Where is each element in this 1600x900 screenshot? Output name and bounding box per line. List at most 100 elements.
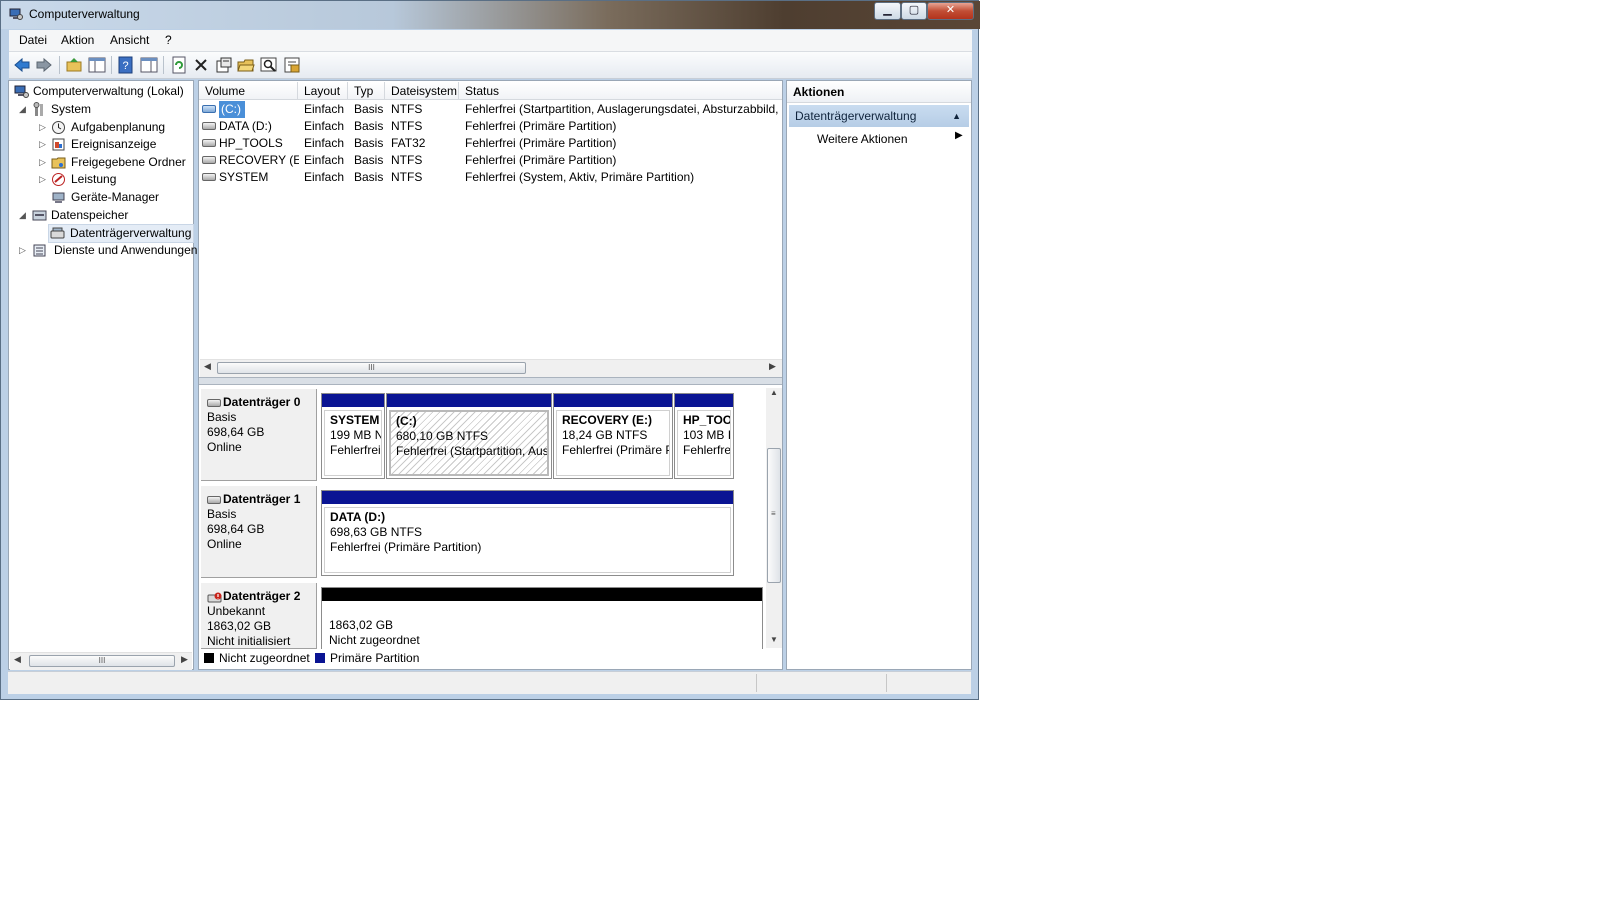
- back-arrow-icon[interactable]: [13, 56, 31, 74]
- volume-list-horizontal-scrollbar[interactable]: ◀ III ▶: [200, 359, 782, 377]
- partition-status: Fehlerfrei (Primäre Partition): [330, 540, 482, 554]
- show-hide-tree-icon[interactable]: [88, 56, 106, 74]
- disk-state: Online: [207, 537, 242, 551]
- actions-group-datentraegerverwaltung[interactable]: Datenträgerverwaltung ▲: [789, 105, 969, 127]
- collapse-up-icon[interactable]: ▲: [952, 105, 961, 127]
- column-typ[interactable]: Typ: [348, 82, 385, 100]
- partition-size: 103 MB I: [683, 428, 731, 442]
- scroll-right-icon[interactable]: ▶: [181, 654, 188, 665]
- partition-system[interactable]: SYSTEM 199 MB N Fehlerfrei: [321, 393, 385, 479]
- expanded-arrow-icon[interactable]: ◢: [19, 207, 27, 224]
- disk-type: Basis: [207, 410, 237, 424]
- scroll-left-icon[interactable]: ◀: [14, 654, 21, 665]
- toolbar-separator: [59, 56, 60, 74]
- scroll-thumb[interactable]: III: [29, 655, 175, 667]
- system-tools-icon: [33, 102, 43, 116]
- properties-icon[interactable]: [215, 56, 233, 74]
- partition-bar: [554, 394, 672, 407]
- partition-label: (C:): [396, 414, 417, 428]
- forward-arrow-icon[interactable]: [35, 56, 53, 74]
- pane-splitter[interactable]: [199, 377, 782, 385]
- close-icon: ✕: [945, 4, 956, 16]
- close-button[interactable]: ✕: [927, 2, 974, 20]
- volume-row[interactable]: RECOVERY (E:) Einfach Basis NTFS Fehlerf…: [199, 152, 782, 169]
- disk-info[interactable]: Datenträger 1 Basis 698,64 GB Online: [201, 486, 317, 578]
- disk-state: Nicht initialisiert: [207, 634, 291, 648]
- legend-label-unallocated: Nicht zugeordnet: [219, 651, 310, 665]
- disk-info[interactable]: Datenträger 0 Basis 698,64 GB Online: [201, 389, 317, 481]
- volume-row[interactable]: DATA (D:) Einfach Basis NTFS Fehlerfrei …: [199, 118, 782, 135]
- refresh-icon[interactable]: [170, 56, 188, 74]
- submenu-arrow-icon[interactable]: ▶: [955, 130, 963, 141]
- volume-name: DATA (D:): [219, 119, 272, 133]
- partition-label: SYSTEM: [330, 413, 380, 427]
- menu-ansicht[interactable]: Ansicht: [110, 33, 149, 47]
- partition-label: RECOVERY (E:): [562, 413, 653, 427]
- partition-unallocated[interactable]: 1863,02 GB Nicht zugeordnet: [321, 587, 763, 649]
- tree-label: Dienste und Anwendungen: [54, 243, 198, 257]
- scroll-right-icon[interactable]: ▶: [769, 361, 776, 372]
- menu-datei[interactable]: Datei: [19, 33, 47, 47]
- tree-item-datentraegerverwaltung[interactable]: Datenträgerverwaltung: [48, 224, 194, 243]
- maximize-button[interactable]: ▢: [901, 2, 927, 20]
- disk-map-vertical-scrollbar[interactable]: ▲ ≡ ▼: [766, 388, 782, 648]
- minimize-button[interactable]: ▁: [874, 2, 901, 20]
- open-icon[interactable]: [237, 56, 255, 74]
- collapsed-arrow-icon[interactable]: ▷: [39, 154, 47, 171]
- partition-label: DATA (D:): [330, 510, 386, 524]
- weitere-aktionen-item[interactable]: Weitere Aktionen: [817, 129, 908, 149]
- partition-bar: [322, 588, 762, 601]
- partition-data[interactable]: DATA (D:) 698,63 GB NTFS Fehlerfrei (Pri…: [321, 490, 734, 576]
- partition-status: Fehlerfrei: [330, 443, 381, 457]
- disk-row: Datenträger 1 Basis 698,64 GB Online DAT…: [201, 486, 766, 578]
- drive-icon: [202, 156, 216, 164]
- volume-row[interactable]: (C:) Einfach Basis NTFS Fehlerfrei (Star…: [199, 101, 782, 118]
- scroll-up-icon[interactable]: ▲: [770, 388, 778, 397]
- column-volume[interactable]: Volume: [199, 82, 298, 100]
- disk-info[interactable]: Datenträger 2 Unbekannt 1863,02 GB Nicht…: [201, 583, 317, 649]
- tree-label: Geräte-Manager: [71, 190, 160, 204]
- disk-name: Datenträger 2: [223, 589, 301, 603]
- column-dateisystem[interactable]: Dateisystem: [385, 82, 459, 100]
- up-folder-icon[interactable]: [65, 56, 83, 74]
- collapsed-arrow-icon[interactable]: ▷: [39, 171, 47, 188]
- svg-text:?: ?: [122, 60, 128, 72]
- help-icon[interactable]: ?: [117, 56, 135, 74]
- expanded-arrow-icon[interactable]: ◢: [19, 101, 27, 118]
- volume-name: RECOVERY (E:): [219, 153, 299, 167]
- partition-hp-tools[interactable]: HP_TOO 103 MB I Fehlerfre: [674, 393, 734, 479]
- scroll-down-icon[interactable]: ▼: [770, 635, 778, 644]
- scroll-thumb[interactable]: III: [217, 362, 526, 374]
- column-status[interactable]: Status: [459, 82, 782, 100]
- export-icon[interactable]: [283, 56, 301, 74]
- collapsed-arrow-icon[interactable]: ▷: [39, 119, 47, 136]
- volume-row[interactable]: HP_TOOLS Einfach Basis FAT32 Fehlerfrei …: [199, 135, 782, 152]
- status-bar: [8, 671, 971, 694]
- partition-size: 18,24 GB NTFS: [562, 428, 648, 442]
- collapsed-arrow-icon[interactable]: ▷: [19, 242, 27, 259]
- scroll-thumb[interactable]: ≡: [767, 448, 781, 583]
- partition-c[interactable]: (C:) 680,10 GB NTFS Fehlerfrei (Startpar…: [386, 393, 552, 479]
- tree-label: Leistung: [71, 172, 117, 186]
- scroll-left-icon[interactable]: ◀: [204, 361, 211, 372]
- search-icon[interactable]: [260, 56, 278, 74]
- disk-size: 1863,02 GB: [207, 619, 272, 633]
- title-bar[interactable]: Computerverwaltung ▁ ▢ ✕: [1, 1, 980, 29]
- partition-status: Fehlerfrei (Primäre P: [562, 443, 670, 457]
- disk-management-pane: Volume Layout Typ Dateisystem Status (C:…: [198, 80, 783, 670]
- collapsed-arrow-icon[interactable]: ▷: [39, 136, 47, 153]
- tree-horizontal-scrollbar[interactable]: ◀ III ▶: [10, 652, 192, 670]
- legend-swatch-primary: [315, 653, 325, 663]
- column-layout[interactable]: Layout: [298, 82, 348, 100]
- volume-layout: Einfach: [304, 102, 345, 116]
- menu-aktion[interactable]: Aktion: [61, 33, 94, 47]
- minimize-icon: ▁: [883, 4, 892, 16]
- device-manager-icon: [52, 192, 65, 203]
- delete-icon[interactable]: [192, 56, 210, 74]
- disk-size: 698,64 GB: [207, 425, 265, 439]
- partition-recovery[interactable]: RECOVERY (E:) 18,24 GB NTFS Fehlerfrei (…: [553, 393, 673, 479]
- legend-label-primary: Primäre Partition: [330, 651, 420, 665]
- menu-help[interactable]: ?: [165, 33, 172, 47]
- volume-row[interactable]: SYSTEM Einfach Basis NTFS Fehlerfrei (Sy…: [199, 169, 782, 186]
- show-hide-action-pane-icon[interactable]: [140, 56, 158, 74]
